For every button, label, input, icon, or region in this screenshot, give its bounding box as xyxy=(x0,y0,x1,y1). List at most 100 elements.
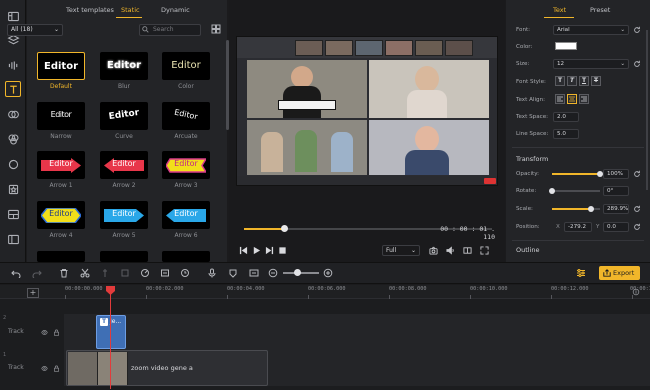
snapshot-icon[interactable] xyxy=(429,246,438,255)
template-arrow-6[interactable]: Editor xyxy=(162,201,210,229)
video-clip-thumbnail xyxy=(98,352,128,385)
underline-button[interactable]: T xyxy=(579,76,589,86)
template-default[interactable]: Editor xyxy=(37,52,85,80)
eye-icon[interactable] xyxy=(41,365,48,372)
template-more[interactable] xyxy=(37,251,85,262)
grid-view-icon[interactable] xyxy=(211,24,221,34)
cut-icon[interactable] xyxy=(80,268,90,278)
delete-icon[interactable] xyxy=(59,268,69,278)
size-dropdown[interactable]: 12 ⌄ xyxy=(553,59,629,69)
strikethrough-button[interactable]: T xyxy=(591,76,601,86)
effects-icon[interactable] xyxy=(5,156,21,172)
tab-text[interactable]: Text xyxy=(553,6,566,14)
play-icon[interactable] xyxy=(252,246,261,255)
text-color-swatch[interactable] xyxy=(555,42,577,50)
template-arrow-3[interactable]: Editor xyxy=(162,151,210,179)
redo-icon[interactable] xyxy=(32,268,42,278)
text-space-input[interactable]: 2.0 xyxy=(553,112,579,122)
add-track-button[interactable]: + xyxy=(27,288,39,298)
marker-icon[interactable] xyxy=(100,268,110,278)
reset-icon[interactable] xyxy=(633,223,641,231)
timeline-menu-icon[interactable] xyxy=(632,288,640,296)
reset-icon[interactable] xyxy=(633,60,641,68)
opacity-input[interactable]: 100% xyxy=(603,169,629,179)
line-space-input[interactable]: 5.0 xyxy=(553,129,579,139)
template-more[interactable] xyxy=(100,251,148,262)
eye-icon[interactable] xyxy=(41,329,48,336)
transitions-icon[interactable] xyxy=(5,106,21,122)
split-screen-icon[interactable] xyxy=(5,206,21,222)
tab-text-templates[interactable]: Text templates xyxy=(66,6,114,14)
template-narrow[interactable]: Editor xyxy=(37,102,85,130)
template-blur[interactable]: Editor xyxy=(100,52,148,80)
preview-quality-dropdown[interactable]: Full ⌄ xyxy=(382,245,420,256)
category-filter-dropdown[interactable]: All (18) ⌄ xyxy=(7,24,63,36)
track-lane[interactable] xyxy=(64,314,650,350)
template-arrow-2[interactable]: Editor xyxy=(100,151,148,179)
fullscreen-icon[interactable] xyxy=(480,246,489,255)
tab-preset[interactable]: Preset xyxy=(590,6,610,14)
video-preview[interactable] xyxy=(236,36,498,186)
text-clip[interactable]: T Je... xyxy=(96,315,126,349)
volume-icon[interactable] xyxy=(446,246,455,255)
tab-dynamic[interactable]: Dynamic xyxy=(161,6,190,14)
font-value: Arial xyxy=(557,27,570,33)
align-right-button[interactable] xyxy=(579,94,589,104)
rotate-slider[interactable] xyxy=(552,190,600,192)
video-clip[interactable]: zoom video gene a xyxy=(66,350,268,386)
template-arrow-5[interactable]: Editor xyxy=(100,201,148,229)
lock-icon[interactable] xyxy=(53,329,60,336)
audio-icon[interactable] xyxy=(5,57,21,73)
previous-frame-icon[interactable] xyxy=(239,246,248,255)
next-frame-icon[interactable] xyxy=(265,246,274,255)
scale-input[interactable]: 289.9% xyxy=(603,204,629,214)
italic-button[interactable]: T xyxy=(567,76,577,86)
stop-icon[interactable] xyxy=(278,246,287,255)
media-icon[interactable] xyxy=(5,8,21,24)
elements-icon[interactable] xyxy=(5,181,21,197)
playhead[interactable] xyxy=(110,287,111,389)
position-label: Position: xyxy=(516,224,540,230)
tab-static[interactable]: Static xyxy=(121,6,140,14)
font-dropdown[interactable]: Arial ⌄ xyxy=(553,25,629,35)
template-arcuate[interactable]: Editor xyxy=(162,102,210,130)
filters-icon[interactable] xyxy=(5,131,21,147)
fit-timeline-icon[interactable] xyxy=(249,268,259,278)
crop-icon[interactable] xyxy=(120,268,130,278)
freeze-frame-icon[interactable] xyxy=(160,268,170,278)
undo-icon[interactable] xyxy=(11,268,21,278)
rotate-slider-knob[interactable] xyxy=(549,188,555,194)
meeting-controls-bar xyxy=(237,176,497,185)
playback-scrubber[interactable] xyxy=(280,225,288,232)
template-curve[interactable]: Editor xyxy=(100,102,148,130)
template-color[interactable]: Editor xyxy=(162,52,210,80)
zoom-in-icon[interactable] xyxy=(323,268,333,278)
speed-icon[interactable] xyxy=(140,268,150,278)
position-y-input[interactable]: 0.0 xyxy=(603,222,629,232)
position-x-input[interactable]: -279.2 xyxy=(564,222,592,232)
templates-icon[interactable] xyxy=(5,231,21,247)
align-center-button[interactable] xyxy=(567,94,577,104)
zoom-out-icon[interactable] xyxy=(268,268,278,278)
rotate-input[interactable]: 0° xyxy=(603,186,629,196)
text-icon[interactable] xyxy=(5,81,21,97)
duration-icon[interactable] xyxy=(180,268,190,278)
microphone-icon[interactable] xyxy=(207,268,217,278)
template-label: Narrow xyxy=(50,133,72,140)
settings-sliders-icon[interactable] xyxy=(576,268,586,278)
template-arrow-4[interactable]: Editor xyxy=(37,201,85,229)
template-arrow-1[interactable]: Editor xyxy=(37,151,85,179)
reset-icon[interactable] xyxy=(633,170,641,178)
bold-button[interactable]: T xyxy=(555,76,565,86)
properties-scrollbar[interactable] xyxy=(646,30,648,190)
reset-icon[interactable] xyxy=(633,205,641,213)
template-label: Curve xyxy=(115,133,133,140)
template-more[interactable] xyxy=(162,251,210,262)
split-view-icon[interactable] xyxy=(463,246,472,255)
export-button[interactable]: Export xyxy=(599,266,640,280)
align-left-button[interactable] xyxy=(555,94,565,104)
size-value: 12 xyxy=(557,61,565,67)
mask-icon[interactable] xyxy=(228,268,238,278)
reset-icon[interactable] xyxy=(633,26,641,34)
lock-icon[interactable] xyxy=(53,365,60,372)
